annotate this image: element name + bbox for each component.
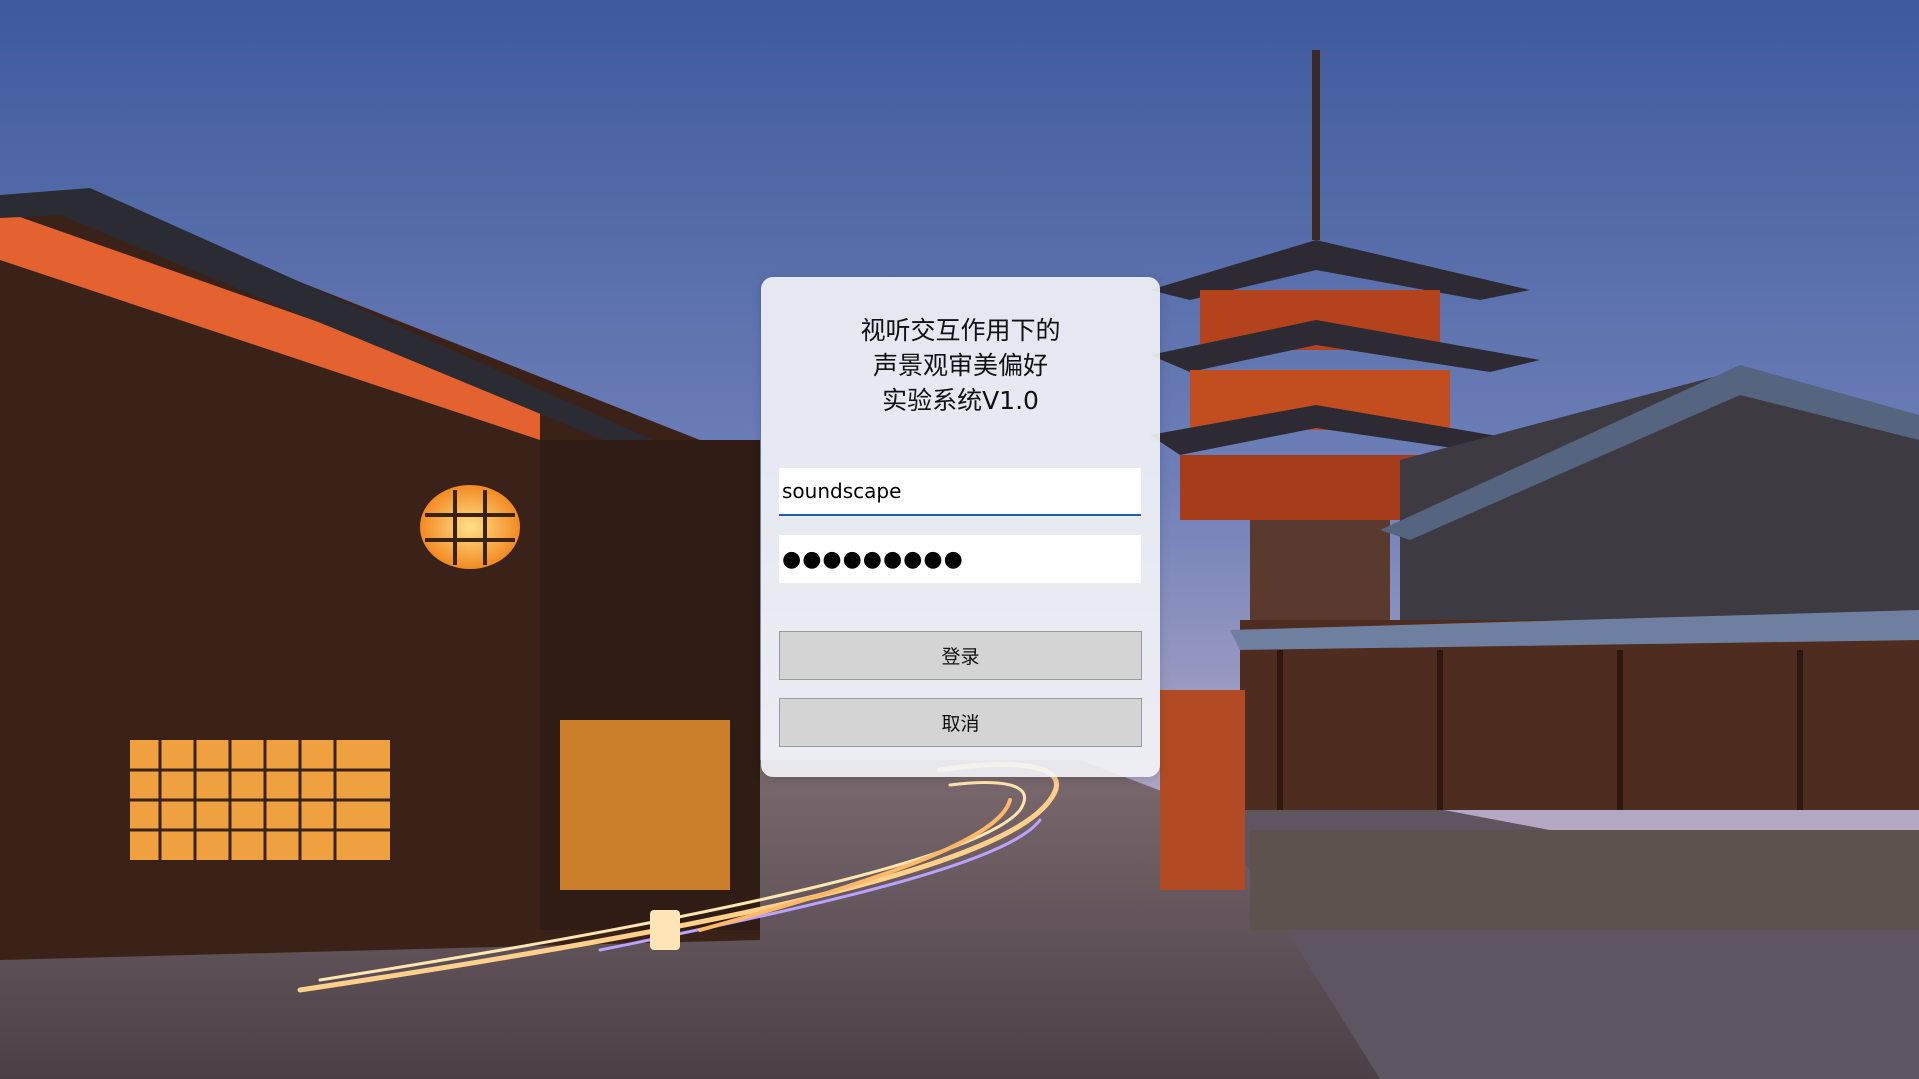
login-button[interactable]: 登录 <box>779 631 1142 680</box>
password-input[interactable] <box>779 535 1141 583</box>
cancel-button[interactable]: 取消 <box>779 698 1142 747</box>
app-title: 视听交互作用下的 声景观审美偏好 实验系统V1.0 <box>761 313 1160 418</box>
title-line-2: 声景观审美偏好 <box>872 351 1048 380</box>
title-line-3: 实验系统V1.0 <box>882 386 1039 415</box>
login-dialog: 视听交互作用下的 声景观审美偏好 实验系统V1.0 登录 取消 <box>761 277 1160 777</box>
username-input[interactable] <box>779 468 1141 516</box>
title-line-1: 视听交互作用下的 <box>860 316 1061 345</box>
